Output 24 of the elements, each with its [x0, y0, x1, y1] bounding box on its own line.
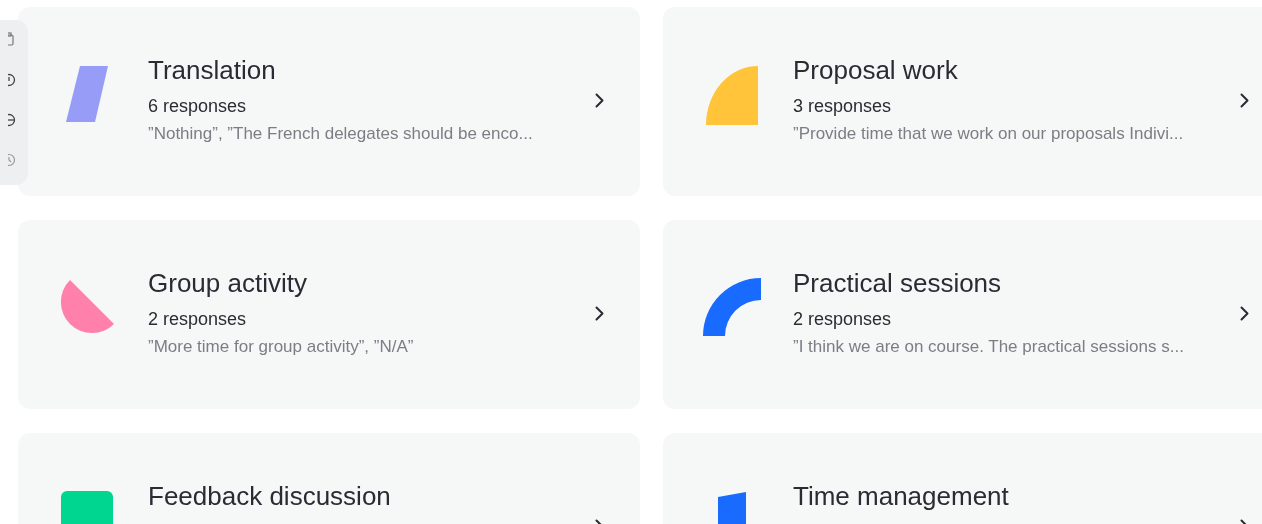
chevron-right-icon — [1240, 306, 1249, 321]
response-count: 3 responses — [793, 95, 892, 118]
response-count: 2 responses — [148, 308, 247, 331]
response-preview: ”More time for group activity”, ”N/A” — [148, 336, 414, 358]
response-card[interactable]: Group activity 2 responses ”More time for group activity”, ”N/A” — [18, 220, 640, 409]
response-count: 6 responses — [148, 95, 247, 118]
response-count: 2 responses — [793, 308, 892, 331]
card-title: Group activity — [148, 267, 307, 299]
card-title: Practical sessions — [793, 267, 1002, 299]
chevron-right-icon — [595, 93, 604, 108]
response-card[interactable]: Translation 6 responses ”Nothing”, ”The French delegates should be enco... — [18, 7, 640, 196]
card-title: Time management — [793, 480, 1009, 512]
response-preview: ”I think we are on course. The practical sessions s... — [793, 336, 1184, 358]
response-preview: ”Nothing”, ”The French delegates should be enco... — [148, 123, 533, 145]
response-card[interactable]: Feedback discussion — [18, 433, 640, 524]
response-preview: ”Provide time that we work on our proposals Indivi... — [793, 123, 1184, 145]
chevron-right-icon — [1240, 93, 1249, 108]
card-title: Proposal work — [793, 54, 958, 86]
card-title: Translation — [148, 54, 276, 86]
response-card[interactable]: Proposal work 3 responses ”Provide time that we work on our proposals Indivi... — [663, 7, 1262, 196]
response-card[interactable]: Time management — [663, 433, 1262, 524]
chevron-right-icon — [595, 306, 604, 321]
card-title: Feedback discussion — [148, 480, 391, 512]
response-card[interactable]: Practical sessions 2 responses ”I think we are on course. The practical sessions s... — [663, 220, 1262, 409]
